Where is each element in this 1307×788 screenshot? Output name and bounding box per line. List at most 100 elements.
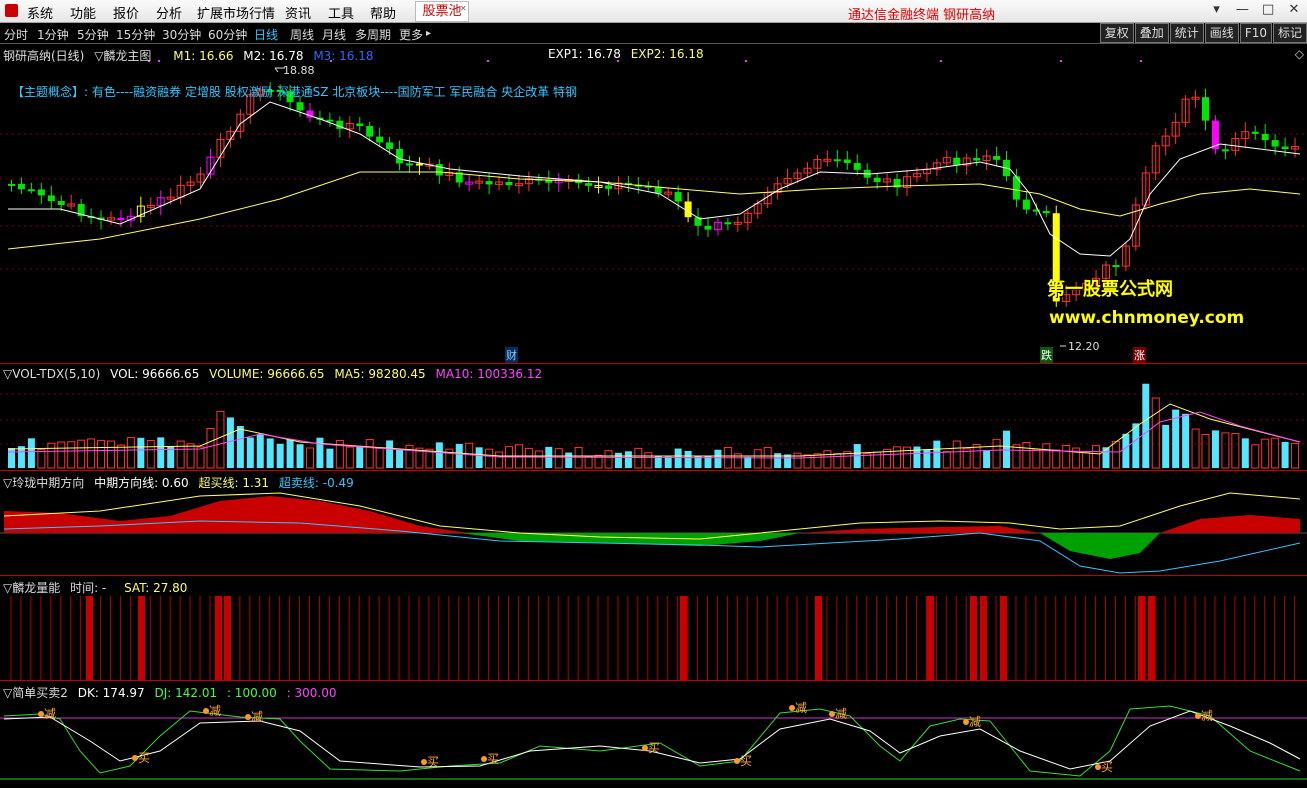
adjust-button[interactable]: 复权 — [1099, 23, 1134, 43]
volume-bar — [256, 434, 264, 468]
volume-bar — [1012, 444, 1021, 469]
window-close-icon[interactable]: ✕ — [1283, 0, 1305, 20]
period-monthly[interactable]: 月线 — [322, 26, 346, 43]
kline-candle — [485, 181, 493, 185]
volume-bar — [97, 439, 106, 469]
level-300-value: : 300.00 — [286, 686, 337, 700]
mark-button[interactable]: 标记 — [1272, 23, 1307, 43]
volume-pane[interactable]: ▽VOL-TDX(5,10) VOL: 96666.65 VOLUME: 966… — [0, 364, 1307, 471]
volume-bar — [793, 452, 802, 469]
kline-candle — [704, 225, 712, 230]
volume-bar — [813, 453, 822, 469]
kline-candle — [993, 156, 1001, 160]
menu-system[interactable]: 系统 — [27, 3, 53, 22]
energy-chart[interactable] — [0, 576, 1307, 680]
volume-bar — [584, 456, 593, 469]
m3-value: M3: 16.18 — [313, 49, 374, 63]
draw-button[interactable]: 画线 — [1204, 23, 1239, 43]
period-more[interactable]: 更多 — [399, 26, 423, 43]
kline-candle — [953, 157, 961, 166]
volume-bar — [753, 449, 762, 469]
stats-button[interactable]: 统计 — [1169, 23, 1204, 43]
kline-candle — [1281, 146, 1289, 150]
close-icon[interactable]: ✕ — [460, 4, 467, 13]
minimize-icon[interactable]: — — [1231, 0, 1253, 20]
volume-bar — [345, 446, 354, 469]
period-60min[interactable]: 60分钟 — [208, 26, 247, 43]
volume-bar — [1271, 437, 1280, 469]
period-5min[interactable]: 5分钟 — [77, 26, 109, 43]
menu-bar: 系统 功能 报价 分析 扩展市场行情 资讯 工具 帮助 股票池 ✕ 通达信金融终… — [0, 0, 1307, 23]
bs-indicator-name[interactable]: ▽简单买卖2 — [3, 686, 68, 700]
volume-bar — [306, 447, 314, 469]
energy-pane[interactable]: ▽麟龙量能 时间: - SAT: 27.80 — [0, 576, 1307, 681]
energy-bar — [138, 596, 145, 680]
vol-indicator-name[interactable]: ▽VOL-TDX(5,10) — [3, 367, 100, 381]
energy-indicator-name[interactable]: ▽麟龙量能 — [3, 581, 60, 595]
dk-value: DK: 174.97 — [77, 686, 145, 700]
vol-value: VOL: 96666.65 — [110, 367, 200, 381]
period-multi[interactable]: 多周期 — [355, 26, 391, 43]
volume-bar — [823, 450, 832, 469]
volume-bar — [485, 448, 494, 469]
menu-quote[interactable]: 报价 — [113, 3, 139, 22]
volume-bar — [47, 442, 56, 469]
volume-bar — [266, 438, 274, 468]
menu-help[interactable]: 帮助 — [370, 3, 396, 22]
kline-pane[interactable]: 钢研高纳(日线) ▽麟龙主图 M1: 16.66 M2: 16.78 M3: 1… — [0, 44, 1307, 364]
volume-bar — [714, 449, 722, 468]
kline-candle — [873, 177, 881, 182]
volume-bar — [1291, 442, 1300, 469]
energy-bar — [215, 596, 222, 680]
period-15min[interactable]: 15分钟 — [116, 26, 155, 43]
volume-bar — [1132, 423, 1140, 468]
period-daily[interactable]: 日线 — [254, 26, 278, 43]
volume-bar — [146, 439, 155, 469]
sell-signal-label: 减 — [835, 707, 847, 721]
kline-candle — [17, 183, 25, 190]
sell-signal-label: 减 — [209, 704, 221, 718]
mid-indicator-name[interactable]: ▽玲珑中期方向 — [3, 476, 84, 490]
energy-time: 时间: - — [70, 581, 107, 595]
kline-candle — [724, 222, 732, 225]
volume-bar — [983, 449, 991, 468]
menu-news[interactable]: 资讯 — [285, 3, 311, 22]
rise-marker[interactable]: 涨 — [1133, 347, 1146, 363]
mid-direction-pane[interactable]: ▽玲珑中期方向 中期方向线: 0.60 超买线: 1.31 超卖线: -0.49 — [0, 471, 1307, 576]
energy-bar — [815, 596, 822, 680]
menu-extended-market[interactable]: 扩展市场行情 — [197, 3, 275, 22]
energy-bar — [970, 596, 977, 680]
volume-bar — [137, 437, 145, 468]
overlay-button[interactable]: 叠加 — [1134, 23, 1169, 43]
kline-candle — [47, 195, 55, 202]
menu-analysis[interactable]: 分析 — [156, 3, 182, 22]
watermark-title: 第一股票公式网 — [1047, 279, 1173, 300]
buy-sell-pane[interactable]: 减减减买买买买买减减减买减 ▽简单买卖2 DK: 174.97 DJ: 142.… — [0, 681, 1307, 788]
fall-marker[interactable]: 跌 — [1040, 347, 1053, 363]
kline-candle — [973, 158, 981, 161]
volume-bar — [1221, 432, 1230, 469]
mid-area-green — [1040, 533, 1160, 559]
main-indicator-name[interactable]: ▽麟龙主图 — [94, 49, 151, 63]
volume-bar — [405, 444, 414, 469]
dropdown-icon[interactable]: ▾ — [1206, 0, 1228, 20]
finance-marker[interactable]: 财 — [505, 347, 518, 363]
menu-tools[interactable]: 工具 — [328, 3, 354, 22]
kline-candle — [8, 183, 15, 186]
kline-candle — [674, 192, 682, 202]
menu-function[interactable]: 功能 — [70, 3, 96, 22]
volume-bar — [952, 440, 961, 469]
volume-bar — [1092, 445, 1101, 469]
vol-ma5-value: MA5: 98280.45 — [334, 367, 426, 381]
volume-bar — [8, 448, 15, 468]
volume-bar — [186, 443, 195, 469]
period-30min[interactable]: 30分钟 — [162, 26, 201, 43]
period-timeshare[interactable]: 分时 — [4, 26, 28, 43]
period-weekly[interactable]: 周线 — [290, 26, 314, 43]
more-arrow-icon[interactable]: ▸ — [426, 28, 431, 39]
vol-ma10-value: MA10: 100336.12 — [435, 367, 543, 381]
f10-button[interactable]: F10 — [1239, 23, 1272, 43]
maximize-icon[interactable]: □ — [1257, 0, 1279, 20]
period-1min[interactable]: 1分钟 — [37, 26, 69, 43]
diamond-icon[interactable]: ◇ — [1295, 47, 1304, 61]
